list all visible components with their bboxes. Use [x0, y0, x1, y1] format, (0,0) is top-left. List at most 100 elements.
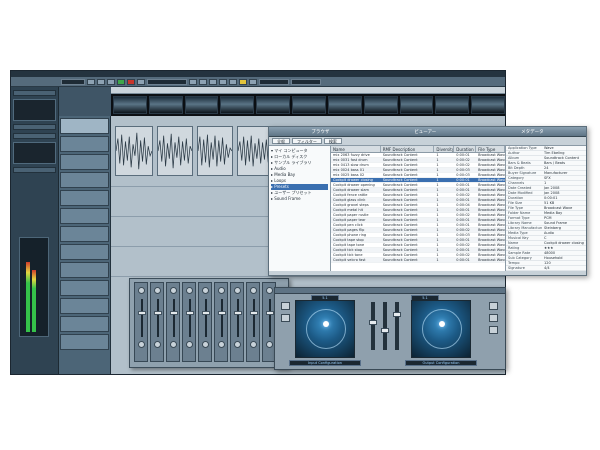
output-panner-pad[interactable] — [411, 300, 471, 358]
track-header[interactable] — [60, 226, 109, 242]
project-field[interactable] — [61, 78, 85, 85]
channel-fader[interactable] — [250, 311, 258, 315]
pan-position-handle[interactable] — [439, 321, 445, 327]
tab-general[interactable]: 全般 — [272, 138, 290, 144]
inspector-section-channel[interactable] — [13, 167, 56, 173]
tool-split-icon[interactable] — [209, 78, 217, 85]
channel-fader[interactable] — [234, 311, 242, 315]
file-cell: 0:00:02 — [456, 213, 470, 217]
track-header[interactable] — [60, 298, 109, 314]
tool-glue-icon[interactable] — [219, 78, 227, 85]
column-header[interactable]: Duration — [454, 146, 477, 152]
channel-fader[interactable] — [138, 311, 146, 315]
cycle-button[interactable] — [137, 78, 145, 85]
inspector-track-settings[interactable] — [13, 99, 56, 121]
channel-fader[interactable] — [154, 311, 162, 315]
attribute-value: Audio — [544, 231, 554, 235]
channel-strip[interactable] — [246, 282, 260, 362]
tool-erase-icon[interactable] — [229, 78, 237, 85]
file-cell: Soundtrack Content — [382, 233, 418, 237]
panner-option-button[interactable] — [489, 302, 498, 310]
channel-strip[interactable] — [150, 282, 164, 362]
inspector-sends[interactable] — [13, 142, 56, 164]
file-cell: Cockpit pen click — [333, 223, 363, 227]
video-track — [111, 94, 505, 116]
track-header[interactable] — [60, 244, 109, 260]
tool-range-icon[interactable] — [199, 78, 207, 85]
file-row[interactable]: Cockpit velcro fast Soundtrack Content 1 0:… — [331, 258, 505, 263]
lfe-level-fader[interactable] — [381, 302, 389, 350]
panner-option-button[interactable] — [489, 314, 498, 322]
tool-mute-icon[interactable] — [249, 78, 257, 85]
channel-fader[interactable] — [186, 311, 194, 315]
attribute-name: Rating — [508, 246, 520, 250]
tab-search[interactable]: 検索 — [323, 138, 342, 144]
channel-strip[interactable] — [230, 282, 244, 362]
tool-arrow-icon[interactable] — [189, 78, 197, 85]
channel-strip[interactable] — [166, 282, 180, 362]
column-header[interactable]: RMF Description — [381, 146, 435, 152]
file-cell: Soundtrack Content — [382, 208, 418, 212]
tab-filter[interactable]: フィルター — [292, 138, 322, 144]
attribute-value: 1 — [544, 181, 547, 185]
file-cell: Broadcast Wave — [478, 228, 505, 232]
stop-button[interactable] — [107, 78, 115, 85]
panner-mode-button[interactable] — [281, 302, 290, 310]
rewind-button[interactable] — [87, 78, 95, 85]
panner-option-button[interactable] — [489, 326, 498, 334]
inspector-section-eq[interactable] — [13, 133, 56, 139]
center-level-fader[interactable] — [369, 302, 377, 350]
divergence-fader[interactable] — [393, 302, 401, 350]
file-cell: 1 — [436, 163, 439, 167]
channel-fader[interactable] — [170, 311, 178, 315]
audio-event[interactable] — [197, 126, 233, 176]
file-list-header: Name RMF Description Diversity Duration File… — [331, 146, 505, 153]
track-header[interactable] — [60, 208, 109, 224]
channel-fader[interactable] — [218, 311, 226, 315]
tool-zoom-icon[interactable] — [239, 78, 247, 85]
channel-strip[interactable] — [198, 282, 212, 362]
track-header[interactable] — [60, 316, 109, 332]
track-header[interactable] — [60, 154, 109, 170]
file-cell: 1 — [436, 243, 439, 247]
file-cell: 0:00:04 — [456, 203, 470, 207]
pan-position-handle[interactable] — [323, 321, 329, 327]
column-header[interactable]: File Type — [476, 146, 505, 152]
track-header[interactable] — [60, 334, 109, 350]
column-header[interactable]: Diversity — [434, 146, 455, 152]
track-header[interactable] — [60, 190, 109, 206]
track-header[interactable] — [60, 118, 109, 134]
quantize-field[interactable] — [291, 78, 321, 85]
snap-field[interactable] — [259, 78, 289, 85]
file-cell: Broadcast Wave — [478, 238, 505, 242]
record-button[interactable] — [127, 78, 135, 85]
channel-strip[interactable] — [182, 282, 196, 362]
channel-strip[interactable] — [134, 282, 148, 362]
mixer-window — [129, 278, 289, 368]
forward-button[interactable] — [97, 78, 105, 85]
channel-fader[interactable] — [202, 311, 210, 315]
play-button[interactable] — [117, 78, 125, 85]
track-header[interactable] — [60, 262, 109, 278]
track-header[interactable] — [60, 136, 109, 152]
channel-strip[interactable] — [214, 282, 228, 362]
attribute-value: Household — [544, 256, 563, 260]
attribute-value: 51 KB — [544, 201, 555, 205]
inspector-header[interactable] — [13, 90, 56, 96]
channel-fader[interactable] — [266, 311, 274, 315]
audio-event[interactable] — [115, 126, 153, 176]
inspector-section-inserts[interactable] — [13, 124, 56, 130]
panner-mode-button[interactable] — [281, 314, 290, 322]
file-cell: Cockpit drawer opening — [333, 183, 375, 187]
track-header[interactable] — [60, 280, 109, 296]
inspector-channel-fader[interactable] — [19, 237, 49, 337]
attribute-name: Channels — [508, 181, 525, 185]
metadata-title: メタデータ — [521, 129, 544, 135]
timeline-ruler[interactable] — [111, 87, 505, 94]
track-header[interactable] — [60, 172, 109, 188]
audio-event[interactable] — [157, 126, 193, 176]
column-header[interactable]: Name — [331, 146, 381, 152]
file-cell: Cockpit glass clink — [333, 198, 366, 202]
tree-item[interactable]: ▸ Sound Frame — [271, 196, 328, 202]
input-panner-pad[interactable] — [295, 300, 355, 358]
